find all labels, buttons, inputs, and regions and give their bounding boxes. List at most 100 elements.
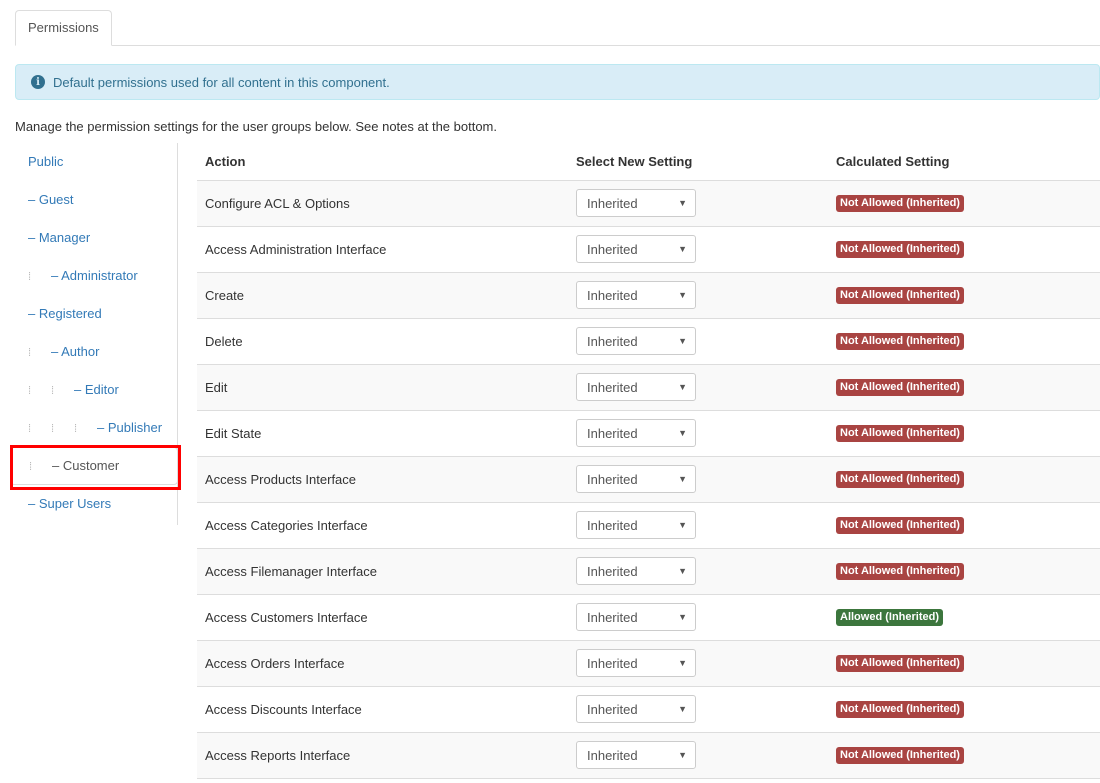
setting-select-value: Inherited (587, 609, 638, 625)
setting-select-value: Inherited (587, 747, 638, 763)
table-row: Configure ACL & Options Inherited ▼ Not All… (197, 180, 1100, 227)
setting-select[interactable]: Inherited ▼ (576, 649, 696, 677)
action-name: Access Orders Interface (197, 640, 568, 687)
caret-down-icon: ▼ (678, 336, 687, 346)
calculated-cell: Not Allowed (Inherited) (828, 272, 1100, 319)
user-group-item[interactable]: ⁞ ⁞ ⁞ – Publisher (10, 409, 177, 447)
setting-select-value: Inherited (587, 241, 638, 257)
calculated-setting-badge: Not Allowed (Inherited) (836, 471, 964, 488)
user-group-item[interactable]: – Manager (10, 219, 177, 257)
setting-select[interactable]: Inherited ▼ (576, 603, 696, 631)
tree-indent-icon: ⁞ (29, 461, 33, 473)
setting-select[interactable]: Inherited ▼ (576, 557, 696, 585)
user-group-label: – Registered (28, 306, 102, 321)
user-group-item[interactable]: ⁞ ⁞ – Editor (10, 371, 177, 409)
calculated-setting-badge: Not Allowed (Inherited) (836, 517, 964, 534)
user-group-label: – Editor (74, 382, 119, 397)
setting-select[interactable]: Inherited ▼ (576, 465, 696, 493)
action-name: Access Categories Interface (197, 502, 568, 549)
calculated-setting-badge: Not Allowed (Inherited) (836, 195, 964, 212)
setting-cell: Inherited ▼ (568, 364, 828, 411)
caret-down-icon: ▼ (678, 520, 687, 530)
caret-down-icon: ▼ (678, 612, 687, 622)
user-group-item[interactable]: ⁞ – Author (10, 333, 177, 371)
info-circle-icon: i (31, 75, 45, 89)
caret-down-icon: ▼ (678, 566, 687, 576)
caret-down-icon: ▼ (678, 658, 687, 668)
calculated-setting-badge: Not Allowed (Inherited) (836, 563, 964, 580)
header-calculated-setting: Calculated Setting (828, 143, 1100, 181)
setting-select[interactable]: Inherited ▼ (576, 327, 696, 355)
user-group-label: – Author (51, 344, 100, 359)
calculated-setting-badge: Not Allowed (Inherited) (836, 655, 964, 672)
action-name: Access Reports Interface (197, 732, 568, 779)
setting-select-value: Inherited (587, 379, 638, 395)
user-group-item[interactable]: – Super Users (10, 485, 177, 523)
action-name: Access Customers Interface (197, 594, 568, 641)
setting-select[interactable]: Inherited ▼ (576, 189, 696, 217)
user-group-item[interactable]: ⁞ – Administrator (10, 257, 177, 295)
table-row: Delete Inherited ▼ Not Allowed (Inherited) (197, 318, 1100, 365)
setting-select-value: Inherited (587, 425, 638, 441)
caret-down-icon: ▼ (678, 244, 687, 254)
setting-select-value: Inherited (587, 333, 638, 349)
setting-select-value: Inherited (587, 655, 638, 671)
table-row: Access Customers Interface Inherited ▼ Allo… (197, 594, 1100, 641)
setting-cell: Inherited ▼ (568, 272, 828, 319)
tree-indent-icon: ⁞ (74, 423, 78, 435)
setting-cell: Inherited ▼ (568, 594, 828, 641)
setting-select[interactable]: Inherited ▼ (576, 511, 696, 539)
user-group-item[interactable]: – Guest (10, 181, 177, 219)
caret-down-icon: ▼ (678, 474, 687, 484)
setting-select[interactable]: Inherited ▼ (576, 741, 696, 769)
table-row: Access Administration Interface Inherited… (197, 226, 1100, 273)
user-group-label: – Guest (28, 192, 74, 207)
calculated-cell: Not Allowed (Inherited) (828, 640, 1100, 687)
user-group-label: – Manager (28, 230, 91, 245)
setting-select[interactable]: Inherited ▼ (576, 419, 696, 447)
table-row: Access Orders Interface Inherited ▼ Not All… (197, 640, 1100, 687)
tree-indent-icon: ⁞ (28, 271, 32, 283)
caret-down-icon: ▼ (678, 704, 687, 714)
calculated-cell: Not Allowed (Inherited) (828, 548, 1100, 595)
table-header-row: Action Select New Setting Calculated Set… (197, 143, 1100, 181)
setting-select[interactable]: Inherited ▼ (576, 695, 696, 723)
calculated-setting-badge: Not Allowed (Inherited) (836, 379, 964, 396)
setting-select[interactable]: Inherited ▼ (576, 373, 696, 401)
setting-select-value: Inherited (587, 287, 638, 303)
calculated-cell: Not Allowed (Inherited) (828, 732, 1100, 779)
setting-select-value: Inherited (587, 195, 638, 211)
user-group-item[interactable]: ⁞ – Customer (10, 447, 178, 485)
table-row: Access Reports Interface Inherited ▼ Not Al… (197, 732, 1100, 779)
calculated-setting-badge: Not Allowed (Inherited) (836, 701, 964, 718)
user-group-item[interactable]: – Registered (10, 295, 177, 333)
setting-select-value: Inherited (587, 701, 638, 717)
setting-select[interactable]: Inherited ▼ (576, 235, 696, 263)
intro-text: Manage the permission settings for the u… (15, 119, 498, 134)
calculated-setting-badge: Not Allowed (Inherited) (836, 241, 964, 258)
action-name: Edit (197, 364, 568, 411)
caret-down-icon: ▼ (678, 290, 687, 300)
setting-cell: Inherited ▼ (568, 456, 828, 503)
setting-cell: Inherited ▼ (568, 410, 828, 457)
setting-cell: Inherited ▼ (568, 686, 828, 733)
setting-cell: Inherited ▼ (568, 180, 828, 227)
table-row: Edit State Inherited ▼ Not Allowed (Inherit… (197, 410, 1100, 457)
header-action: Action (197, 143, 568, 181)
tab-permissions[interactable]: Permissions (15, 10, 112, 46)
table-row: Access Discounts Interface Inherited ▼ Not … (197, 686, 1100, 733)
setting-select[interactable]: Inherited ▼ (576, 281, 696, 309)
header-select-new-setting: Select New Setting (568, 143, 828, 181)
calculated-cell: Allowed (Inherited) (828, 594, 1100, 641)
setting-select-value: Inherited (587, 517, 638, 533)
calculated-cell: Not Allowed (Inherited) (828, 502, 1100, 549)
table-row: Create Inherited ▼ Not Allowed (Inherited) (197, 272, 1100, 319)
action-name: Access Filemanager Interface (197, 548, 568, 595)
calculated-setting-badge: Not Allowed (Inherited) (836, 425, 964, 442)
setting-cell: Inherited ▼ (568, 548, 828, 595)
user-group-label: Public (28, 154, 64, 169)
calculated-cell: Not Allowed (Inherited) (828, 364, 1100, 411)
table-row: Access Categories Interface Inherited ▼ Not… (197, 502, 1100, 549)
caret-down-icon: ▼ (678, 750, 687, 760)
user-group-item[interactable]: Public (10, 143, 177, 181)
